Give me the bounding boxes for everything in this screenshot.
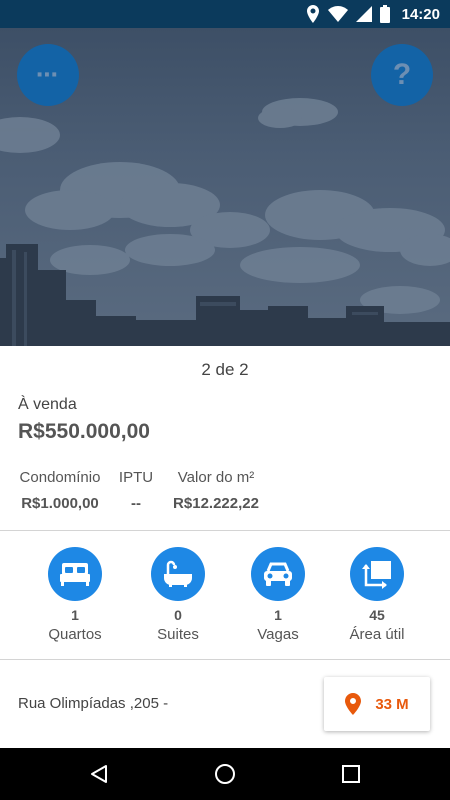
more-options-button[interactable]: ⋯: [17, 44, 79, 106]
status-bar: 14:20: [0, 0, 450, 28]
back-triangle-icon: [91, 765, 107, 783]
home-button[interactable]: [213, 762, 237, 786]
feature-bedrooms: 1 Quartos: [30, 547, 120, 643]
fee-label: Valor do m²: [177, 469, 255, 486]
feature-area: 45 Área útil: [332, 547, 422, 643]
recent-square-icon: [342, 765, 360, 783]
listing-status: À venda: [18, 396, 77, 413]
feature-count: 1: [274, 607, 282, 623]
help-icon: ?: [392, 58, 412, 91]
home-circle-icon: [215, 764, 235, 784]
fee-iptu: IPTU --: [116, 469, 156, 512]
listing-address: Rua Olimpíadas ,205 -: [18, 695, 169, 712]
feature-label: Suites: [157, 626, 199, 643]
bed-icon: [48, 547, 102, 601]
feature-count: 1: [71, 607, 79, 623]
location-icon: [306, 5, 319, 23]
fee-value: R$1.000,00: [21, 495, 99, 512]
features-section: 1 Quartos 0 Suites 1 Vagas 45 Área útil: [0, 547, 450, 647]
feature-suites: 0 Suites: [133, 547, 223, 643]
distance-value: 33 M: [375, 695, 409, 713]
fee-condominio: Condomínio R$1.000,00: [16, 469, 104, 512]
wifi-icon: [327, 6, 348, 22]
property-photo[interactable]: ⋯ ?: [0, 0, 450, 346]
fees-section: Condomínio R$1.000,00 IPTU -- Valor do m…: [0, 469, 450, 519]
listing-price: R$550.000,00: [18, 420, 150, 443]
map-pin-icon: [345, 693, 362, 715]
battery-icon: [379, 5, 390, 23]
help-button[interactable]: ?: [371, 44, 433, 106]
divider: [0, 530, 450, 531]
feature-label: Área útil: [349, 626, 405, 643]
distance-button[interactable]: 33 M: [324, 677, 430, 731]
signal-icon: [355, 6, 372, 22]
feature-label: Quartos: [48, 626, 102, 643]
area-icon: [350, 547, 404, 601]
feature-parking: 1 Vagas: [233, 547, 323, 643]
feature-label: Vagas: [257, 626, 299, 643]
back-button[interactable]: [87, 762, 111, 786]
feature-count: 0: [174, 607, 182, 623]
fee-value: R$12.222,22: [173, 495, 259, 512]
bathtub-icon: [151, 547, 205, 601]
more-icon: ⋯: [36, 62, 60, 87]
fee-label: IPTU: [118, 469, 154, 486]
fee-label: Condomínio: [19, 469, 101, 486]
navigation-bar: [0, 748, 450, 800]
photo-pager: 2 de 2: [201, 360, 249, 379]
status-time: 14:20: [401, 5, 440, 23]
feature-count: 45: [369, 607, 385, 623]
fee-price-per-m2: Valor do m² R$12.222,22: [168, 469, 264, 512]
divider: [0, 659, 450, 660]
recent-apps-button[interactable]: [339, 762, 363, 786]
car-icon: [251, 547, 305, 601]
fee-value: --: [131, 495, 141, 512]
